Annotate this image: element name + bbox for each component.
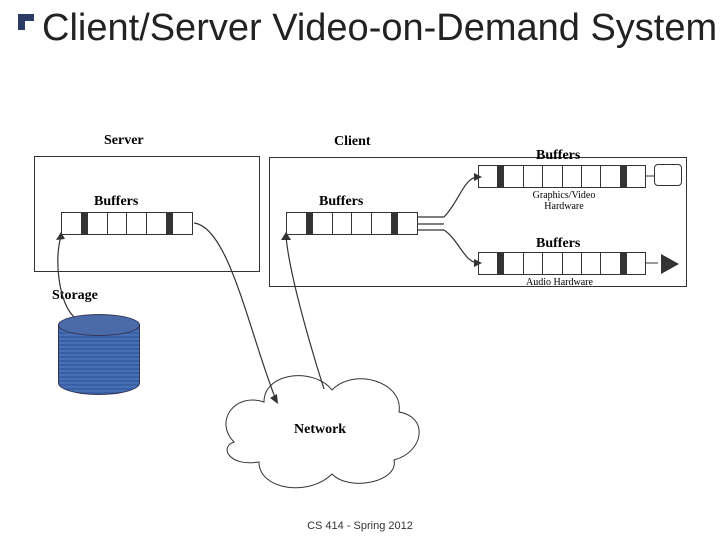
slide-footer: CS 414 - Spring 2012	[0, 520, 720, 532]
storage-cylinder-top	[58, 314, 140, 336]
network-label: Network	[294, 422, 346, 438]
network-cloud-svg	[34, 132, 694, 502]
diagram-canvas: Server Buffers Client Buffers Buffers Gr…	[34, 132, 694, 502]
slide-bullet-icon	[18, 14, 34, 30]
slide-title: Client/Server Video-on-Demand System	[42, 8, 717, 50]
